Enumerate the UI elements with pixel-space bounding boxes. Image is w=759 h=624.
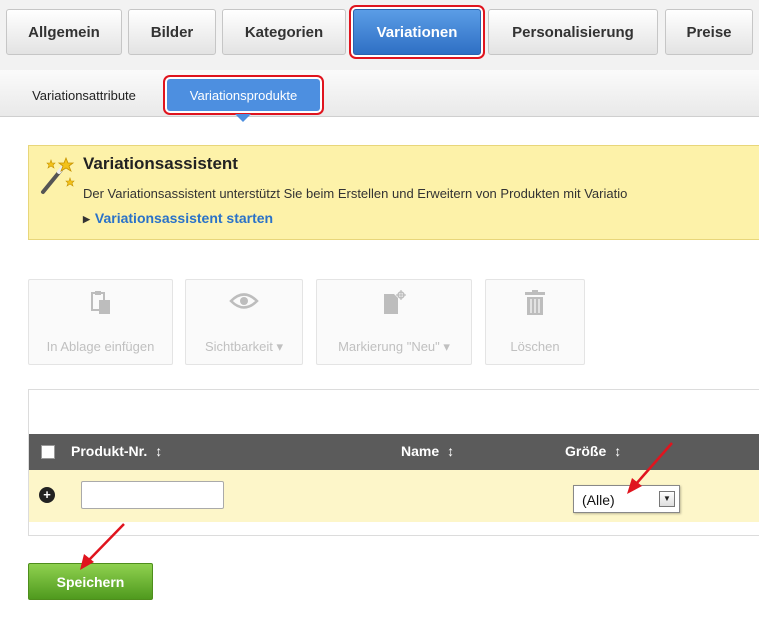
add-circle-icon[interactable]: + xyxy=(39,487,55,503)
filter-row: + (Alle) ▼ xyxy=(29,470,759,522)
sort-icon: ↕ xyxy=(155,443,163,459)
sort-icon: ↕ xyxy=(614,443,622,459)
chevron-down-icon[interactable]: ▼ xyxy=(659,491,675,507)
start-assistant-label: Variationsassistent starten xyxy=(94,210,274,226)
save-button[interactable]: Speichern xyxy=(28,563,153,600)
mark-new-label: Markierung "Neu" ▾ xyxy=(338,339,450,354)
size-filter-select[interactable]: (Alle) ▼ xyxy=(573,485,680,513)
tab-bilder[interactable]: Bilder xyxy=(128,9,216,55)
tab-allgemein[interactable]: Allgemein xyxy=(6,9,122,55)
tab-preise[interactable]: Preise xyxy=(665,9,753,55)
product-no-filter-input[interactable] xyxy=(81,481,224,509)
subtab-variationsattribute[interactable]: Variationsattribute xyxy=(14,79,154,111)
column-name-label: Name xyxy=(401,443,440,459)
column-size[interactable]: Größe ↕ xyxy=(565,443,621,459)
magic-wand-icon xyxy=(41,156,75,194)
size-filter-value: (Alle) xyxy=(582,492,615,508)
active-subtab-pointer xyxy=(235,114,251,122)
assistant-description: Der Variationsassistent unterstützt Sie … xyxy=(83,186,628,201)
new-document-icon xyxy=(384,290,406,314)
assistant-title: Variationsassistent xyxy=(83,154,238,173)
start-assistant-link[interactable]: ▶ Variationsassistent starten xyxy=(83,210,273,226)
column-product-no[interactable]: Produkt-Nr. ↕ xyxy=(71,443,162,459)
triangle-right-icon: ▶ xyxy=(83,214,90,224)
eye-icon xyxy=(229,293,259,309)
delete-label: Löschen xyxy=(510,339,560,354)
column-product-no-label: Produkt-Nr. xyxy=(71,443,148,459)
sort-icon: ↕ xyxy=(447,443,455,459)
column-name[interactable]: Name ↕ xyxy=(401,443,454,459)
clipboard-icon xyxy=(90,291,110,314)
table-header: Produkt-Nr. ↕ Name ↕ Größe ↕ xyxy=(29,434,759,470)
top-tab-bar: Allgemein Bilder Kategorien Variationen … xyxy=(0,0,759,70)
mark-new-button[interactable]: Markierung "Neu" ▾ xyxy=(316,279,472,365)
visibility-label: Sichtbarkeit ▾ xyxy=(204,339,284,354)
select-all-checkbox[interactable] xyxy=(41,445,55,459)
column-size-label: Größe xyxy=(565,443,607,459)
tab-kategorien[interactable]: Kategorien xyxy=(222,9,346,55)
variation-assistant-box: Variationsassistent Der Variationsassist… xyxy=(28,145,759,240)
paste-label: In Ablage einfügen xyxy=(46,339,155,354)
visibility-button[interactable]: Sichtbarkeit ▾ xyxy=(185,279,303,365)
sub-tab-bar: Variationsattribute Variationsprodukte xyxy=(0,70,759,117)
subtab-variationsprodukte[interactable]: Variationsprodukte xyxy=(167,79,320,111)
tab-personalisierung[interactable]: Personalisierung xyxy=(488,9,658,55)
paste-to-clipboard-button[interactable]: In Ablage einfügen xyxy=(28,279,173,365)
delete-button[interactable]: Löschen xyxy=(485,279,585,365)
variation-products-table: Produkt-Nr. ↕ Name ↕ Größe ↕ + (Alle) ▼ xyxy=(28,389,759,536)
tab-variationen[interactable]: Variationen xyxy=(353,9,481,55)
trash-icon xyxy=(525,290,545,315)
